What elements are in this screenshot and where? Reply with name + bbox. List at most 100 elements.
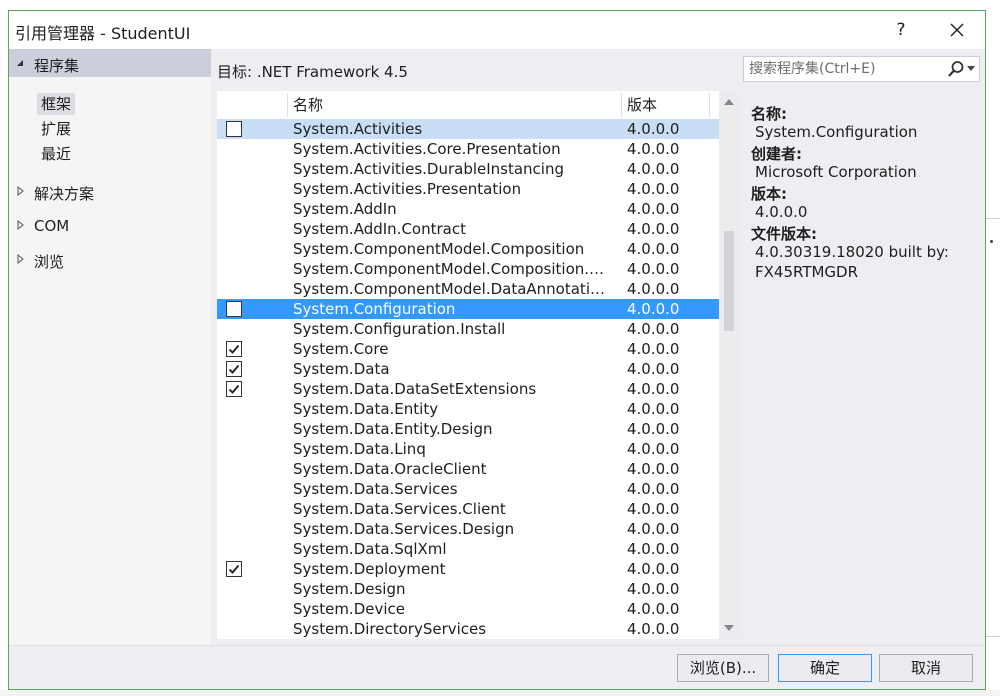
list-item[interactable]: System.ComponentModel.Composition 4.0.0.0 [217, 239, 719, 259]
vertical-scrollbar[interactable] [719, 91, 739, 639]
checkbox-checked[interactable] [226, 341, 242, 357]
scroll-up-arrow-icon[interactable] [724, 98, 734, 105]
list-item[interactable]: System.Data.OracleClient 4.0.0.0 [217, 459, 719, 479]
expanded-arrow-icon[interactable] [15, 58, 25, 68]
list-item[interactable]: System.Configuration.Install 4.0.0.0 [217, 319, 719, 339]
tree-item-com[interactable]: COM [9, 211, 211, 239]
details-pane: 名称: System.Configuration 创建者: Microsoft … [745, 91, 983, 639]
assembly-name: System.Configuration.Install [293, 320, 506, 338]
list-item[interactable]: System.Core 4.0.0.0 [217, 339, 719, 359]
help-button[interactable]: ? [889, 17, 913, 43]
background-divider [986, 218, 1000, 219]
column-header-version[interactable]: 版本 [621, 91, 709, 119]
list-item[interactable]: System.Data.Services.Client 4.0.0.0 [217, 499, 719, 519]
assembly-name: System.Data.Linq [293, 440, 426, 458]
tree-item-label: 解决方案 [34, 185, 95, 203]
list-item[interactable]: System.Device 4.0.0.0 [217, 599, 719, 619]
list-item[interactable]: System.Data.Linq 4.0.0.0 [217, 439, 719, 459]
list-item[interactable]: System.AddIn 4.0.0.0 [217, 199, 719, 219]
sidebar-item-recent[interactable]: 最近 [37, 143, 75, 165]
detail-name-label: 名称: [751, 105, 787, 123]
checkmark-icon [228, 364, 240, 374]
list-item[interactable]: System.Data 4.0.0.0 [217, 359, 719, 379]
search-icon[interactable] [947, 60, 965, 78]
column-separator[interactable] [709, 93, 710, 117]
list-item[interactable]: System.Activities.Presentation 4.0.0.0 [217, 179, 719, 199]
scrollbar-thumb[interactable] [724, 231, 734, 331]
scroll-down-arrow-icon[interactable] [724, 625, 734, 632]
list-item[interactable]: System.Data.Services.Design 4.0.0.0 [217, 519, 719, 539]
close-button[interactable] [943, 17, 971, 43]
list-item[interactable]: System.DirectoryServices 4.0.0.0 [217, 619, 719, 639]
checkbox-checked[interactable] [226, 561, 242, 577]
ok-button[interactable]: 确定 [778, 654, 872, 682]
list-rows: System.Activities 4.0.0.0 System.Activitie… [217, 119, 719, 639]
list-item[interactable]: System.Deployment 4.0.0.0 [217, 559, 719, 579]
collapsed-arrow-icon[interactable] [16, 254, 26, 264]
detail-version-label: 版本: [751, 185, 787, 203]
tree-item-solution[interactable]: 解决方案 [9, 177, 211, 205]
assembly-name: System.Activities.DurableInstancing [293, 160, 565, 178]
column-separator[interactable] [287, 93, 288, 117]
background-divider [986, 636, 1000, 637]
checkbox-checked[interactable] [226, 381, 242, 397]
list-item[interactable]: System.Data.DataSetExtensions 4.0.0.0 [217, 379, 719, 399]
dropdown-arrow-icon[interactable] [967, 66, 975, 72]
sidebar-item-extensions[interactable]: 扩展 [37, 118, 75, 140]
assembly-version: 4.0.0.0 [627, 360, 680, 378]
assembly-version: 4.0.0.0 [627, 340, 680, 358]
list-item[interactable]: System.Configuration 4.0.0.0 [217, 299, 719, 319]
assembly-list: 名称 版本 System.Activities 4.0.0.0 System.Act… [217, 91, 739, 639]
assembly-name: System.Device [293, 600, 406, 618]
assembly-name: System.Deployment [293, 560, 446, 578]
assembly-name: System.Activities.Core.Presentation [293, 140, 561, 158]
list-item[interactable]: System.Activities 4.0.0.0 [217, 119, 719, 139]
collapsed-arrow-icon[interactable] [16, 220, 26, 230]
assembly-version: 4.0.0.0 [627, 540, 680, 558]
list-item[interactable]: System.Design 4.0.0.0 [217, 579, 719, 599]
list-item[interactable]: System.Data.SqlXml 4.0.0.0 [217, 539, 719, 559]
title-bar[interactable]: 引用管理器 - StudentUI ? [9, 11, 985, 49]
assembly-version: 4.0.0.0 [627, 560, 680, 578]
assembly-version: 4.0.0.0 [627, 520, 680, 538]
window-title: 引用管理器 - StudentUI [15, 24, 191, 43]
checkbox[interactable] [226, 301, 242, 317]
list-item[interactable]: System.Activities.DurableInstancing 4.0.0… [217, 159, 719, 179]
list-item[interactable]: System.Data.Services 4.0.0.0 [217, 479, 719, 499]
detail-creator-label: 创建者: [751, 145, 802, 163]
list-item[interactable]: System.Activities.Core.Presentation 4.0.0… [217, 139, 719, 159]
tree-item-browse[interactable]: 浏览 [9, 245, 211, 273]
assembly-name: System.ComponentModel.Composition [293, 240, 585, 258]
list-item[interactable]: System.Data.Entity.Design 4.0.0.0 [217, 419, 719, 439]
checkbox-checked[interactable] [226, 361, 242, 377]
cancel-button[interactable]: 取消 [879, 654, 973, 682]
assembly-version: 4.0.0.0 [627, 160, 680, 178]
tree-item-label: 浏览 [34, 253, 65, 271]
assembly-version: 4.0.0.0 [627, 480, 680, 498]
assembly-version: 4.0.0.0 [627, 180, 680, 198]
assembly-name: System.Core [293, 340, 389, 358]
list-item[interactable]: System.ComponentModel.DataAnnotations 4.0… [217, 279, 719, 299]
checkbox[interactable] [226, 121, 242, 137]
assembly-version: 4.0.0.0 [627, 420, 680, 438]
list-item[interactable]: System.AddIn.Contract 4.0.0.0 [217, 219, 719, 239]
assembly-name: System.Activities.Presentation [293, 180, 522, 198]
list-item[interactable]: System.ComponentModel.Composition.R... 4.… [217, 259, 719, 279]
assembly-version: 4.0.0.0 [627, 400, 680, 418]
collapsed-arrow-icon[interactable] [16, 186, 26, 196]
assembly-name: System.AddIn.Contract [293, 220, 466, 238]
list-item[interactable]: System.Data.Entity 4.0.0.0 [217, 399, 719, 419]
reference-manager-dialog: 引用管理器 - StudentUI ? 程序集 框架 扩展 最近 解决方案 CO… [8, 10, 986, 690]
browse-button[interactable]: 浏览(B)... [677, 654, 769, 682]
tree-item-assemblies[interactable]: 程序集 [9, 49, 211, 77]
assembly-name: System.Configuration [293, 300, 456, 318]
sidebar-item-framework[interactable]: 框架 [37, 93, 76, 115]
column-header-name[interactable]: 名称 [287, 91, 621, 119]
assembly-name: System.Data.Services.Design [293, 520, 515, 538]
search-box[interactable] [743, 56, 980, 82]
assembly-version: 4.0.0.0 [627, 440, 680, 458]
search-input[interactable] [744, 57, 950, 81]
assembly-version: 4.0.0.0 [627, 260, 680, 278]
detail-file-version-value-cont: FX45RTMGDR [755, 263, 859, 281]
assembly-version: 4.0.0.0 [627, 280, 680, 298]
